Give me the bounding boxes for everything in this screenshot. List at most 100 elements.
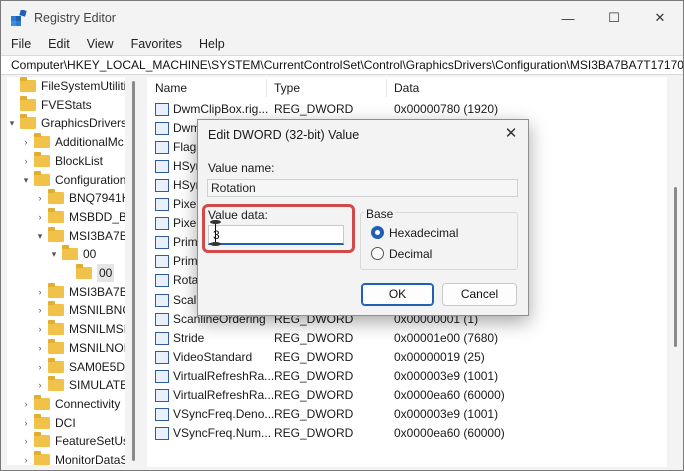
tree-node[interactable]: ▾ 00 (49, 245, 96, 263)
column-divider[interactable] (386, 79, 387, 97)
tree-node[interactable]: › BlockList (21, 151, 104, 170)
tree-node[interactable]: › SIMULATEI (35, 376, 125, 394)
tree-node[interactable]: › Connectivity (21, 394, 120, 413)
value-type-cell: REG_DWORD (274, 102, 354, 116)
tree-node[interactable]: › MSNILBNG (35, 301, 125, 319)
reg-binary-value-icon (155, 369, 169, 383)
chevron-right-icon[interactable]: › (35, 339, 45, 357)
chevron-right-icon[interactable]: › (21, 414, 31, 432)
tree-node[interactable]: ▾ MSI3BA7B (35, 226, 125, 245)
tree-node[interactable]: FileSystemUtilitie (7, 77, 125, 95)
tree-node[interactable]: › FeatureSetUsa (21, 432, 125, 450)
folder-icon (20, 114, 36, 130)
address-bar[interactable]: Computer\HKEY_LOCAL_MACHINE\SYSTEM\Curre… (1, 55, 683, 75)
value-name-text: Pixel (173, 197, 200, 212)
tree-node[interactable]: ▾ Configuration (21, 170, 125, 189)
ok-button[interactable]: OK (361, 283, 434, 306)
cancel-button[interactable]: Cancel (442, 283, 517, 306)
chevron-right-icon[interactable]: › (21, 432, 31, 450)
table-row[interactable]: Stride REG_DWORD 0x00001e00 (7680) (147, 329, 667, 348)
chevron-right-icon[interactable]: › (35, 376, 45, 394)
folder-icon (48, 320, 64, 336)
tree-node-label: BlockList (55, 153, 104, 168)
folder-icon (34, 151, 50, 167)
table-row[interactable]: VSyncFreq.Num... REG_DWORD 0x0000ea60 (600… (147, 424, 667, 443)
table-row[interactable]: VirtualRefreshRa... REG_DWORD 0x0000ea60 (… (147, 386, 667, 405)
tree-node[interactable]: 00 (63, 264, 115, 282)
tree-scroll-thumb[interactable] (132, 81, 135, 461)
tree-node-label: MSBDD_BN (69, 209, 125, 224)
value-name-cell: VideoStandard (155, 348, 252, 367)
tree-node-label: Configuration (55, 172, 125, 187)
dialog-title: Edit DWORD (32-bit) Value (208, 128, 360, 142)
chevron-right-icon[interactable]: › (35, 189, 45, 207)
tree-node[interactable]: › MSI3BA7B (35, 282, 125, 301)
close-window-button[interactable]: ✕ (637, 1, 683, 35)
reg-binary-value-icon (155, 350, 169, 364)
tree-node[interactable]: › SAM0E5DH (35, 357, 125, 376)
chevron-down-icon[interactable]: ▾ (7, 114, 17, 132)
dialog-close-button[interactable]: ✕ (498, 123, 524, 145)
tree-node-label: DCI (55, 415, 76, 430)
value-name-cell: Stride (155, 329, 204, 348)
tree-node-label: 00 (83, 247, 97, 262)
menu-edit[interactable]: Edit (38, 35, 77, 55)
folder-icon (76, 264, 92, 279)
value-data-highlight (202, 204, 355, 253)
tree-node-label: MSNILNOI (69, 340, 125, 355)
tree-node[interactable]: › DCI (21, 413, 76, 432)
menu-help[interactable]: Help (189, 35, 232, 55)
close-icon: ✕ (654, 10, 666, 25)
tree-node[interactable]: FVEStats (7, 95, 92, 114)
menu-file[interactable]: File (1, 35, 38, 55)
minimize-button[interactable]: — (545, 1, 591, 35)
list-scrollbar[interactable] (667, 77, 683, 467)
maximize-button[interactable]: ☐ (591, 1, 637, 35)
chevron-right-icon[interactable]: › (21, 152, 31, 170)
chevron-right-icon[interactable]: › (35, 320, 45, 338)
title-bar[interactable]: Registry Editor — ☐ ✕ (1, 1, 683, 35)
tree-node[interactable]: › MonitorDataS (21, 451, 125, 465)
chevron-right-icon[interactable]: › (21, 395, 31, 413)
folder-icon (48, 301, 64, 317)
column-header-name[interactable]: Name (155, 77, 187, 99)
table-row[interactable]: VideoStandard REG_DWORD 0x00000019 (25) (147, 348, 667, 367)
hexadecimal-radio[interactable] (371, 226, 384, 239)
chevron-right-icon[interactable]: › (35, 301, 45, 319)
menu-view[interactable]: View (77, 35, 121, 55)
chevron-right-icon[interactable]: › (21, 451, 31, 465)
tree-node-label: MSNILMSI (69, 322, 125, 337)
value-name-text: DwmClipBox.rig... (173, 102, 269, 116)
tree-node-label: FileSystemUtilitie (41, 79, 125, 93)
value-name-cell: VirtualRefreshRa... (155, 367, 274, 386)
chevron-right-icon[interactable]: › (35, 283, 45, 301)
key-tree[interactable]: FileSystemUtilitie FVEStats ▾ GraphicsDrive… (7, 77, 125, 465)
column-divider[interactable] (266, 79, 267, 97)
chevron-down-icon[interactable]: ▾ (49, 245, 59, 263)
tree-node-label: FeatureSetUsa (55, 434, 125, 449)
tree-node[interactable]: ▾ GraphicsDrivers (7, 114, 125, 132)
tree-node[interactable]: › MSNILNOI (35, 338, 125, 357)
list-scroll-thumb[interactable] (674, 187, 677, 347)
chevron-down-icon[interactable]: ▾ (21, 171, 31, 189)
menu-favorites[interactable]: Favorites (121, 35, 189, 55)
chevron-down-icon[interactable]: ▾ (35, 227, 45, 245)
tree-node[interactable]: › MSBDD_BN (35, 207, 125, 226)
chevron-right-icon[interactable]: › (35, 208, 45, 226)
table-row[interactable]: VirtualRefreshRa... REG_DWORD 0x000003e9 (… (147, 367, 667, 386)
decimal-radio[interactable] (371, 247, 384, 260)
chevron-right-icon[interactable]: › (35, 358, 45, 376)
tree-node[interactable]: › AdditionalMc (21, 133, 124, 151)
tree-scrollbar[interactable] (125, 77, 141, 465)
value-name-cell: VSyncFreq.Num... (155, 424, 271, 443)
hexadecimal-label[interactable]: Hexadecimal (389, 226, 458, 240)
tree-node[interactable]: › MSNILMSI (35, 320, 125, 338)
decimal-label[interactable]: Decimal (389, 247, 432, 261)
tree-node[interactable]: › BNQ7941H (35, 189, 125, 207)
chevron-right-icon[interactable]: › (21, 133, 31, 151)
table-row[interactable]: VSyncFreq.Deno... REG_DWORD 0x000003e9 (10… (147, 405, 667, 424)
table-row[interactable]: DwmClipBox.rig... REG_DWORD 0x00000780 (19… (147, 100, 667, 119)
column-header-type[interactable]: Type (274, 77, 300, 99)
value-type-cell: REG_DWORD (274, 425, 354, 440)
column-header-data[interactable]: Data (394, 77, 419, 99)
